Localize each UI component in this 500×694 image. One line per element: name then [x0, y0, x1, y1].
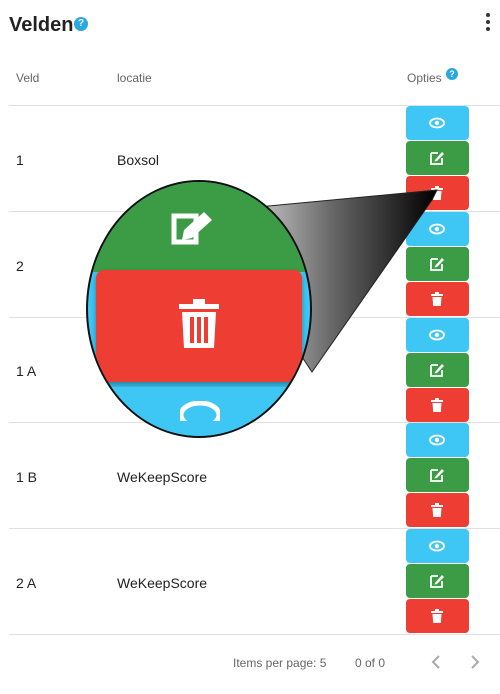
magnified-view-button: [88, 387, 310, 436]
items-per-page[interactable]: Items per page: 5: [233, 656, 326, 670]
zoom-callout: [86, 180, 312, 438]
velden-card: Velden ? Veld locatie Opties ? 1 Boxsol …: [0, 0, 500, 694]
magnified-edit-button: [88, 182, 310, 272]
trash-icon: [179, 299, 219, 348]
eye-icon: [180, 401, 220, 421]
chevron-right-icon[interactable]: [465, 652, 485, 672]
magnified-delete-button: [96, 270, 302, 382]
chevron-left-icon[interactable]: [426, 652, 446, 672]
range-label: 0 of 0: [355, 656, 386, 670]
edit-icon: [171, 212, 212, 245]
